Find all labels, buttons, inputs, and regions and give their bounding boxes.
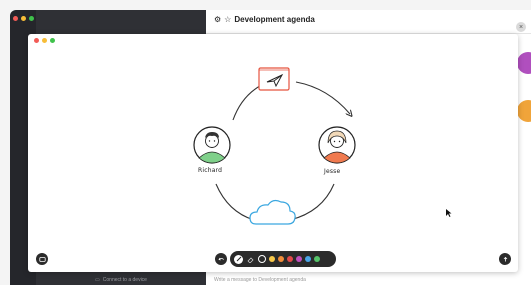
side-avatars <box>517 52 531 148</box>
pen-icon[interactable] <box>234 254 243 264</box>
message-input[interactable]: Write a message to Development agenda <box>206 275 531 285</box>
flow-arrow <box>215 183 255 221</box>
undo-icon <box>217 257 224 260</box>
paper-plane-icon <box>258 67 290 91</box>
close-icon[interactable]: × <box>516 22 526 32</box>
color-swatch[interactable] <box>305 256 311 262</box>
color-swatches <box>258 255 320 263</box>
richard-avatar-icon <box>193 126 231 164</box>
settings-gear-icon[interactable]: ⚙ <box>214 15 221 24</box>
minimize-window-dot[interactable] <box>21 16 26 21</box>
message-input-placeholder: Write a message to Development agenda <box>214 277 306 283</box>
flow-arrow <box>295 81 350 114</box>
eraser-icon[interactable] <box>247 256 254 263</box>
whiteboard-canvas[interactable] <box>28 34 518 272</box>
chat-title: Development agenda <box>234 15 315 24</box>
exit-whiteboard-button[interactable] <box>36 253 48 265</box>
flow-arrow <box>290 183 335 220</box>
device-icon: ▭ <box>95 277 100 283</box>
maximize-window-dot[interactable] <box>29 16 34 21</box>
color-swatch[interactable] <box>296 256 302 262</box>
undo-button[interactable] <box>215 253 227 265</box>
mouse-cursor-icon <box>446 209 452 217</box>
screen: ⚙ ☆ Development agenda × ▭ Connect to a … <box>0 0 531 285</box>
jesse-avatar-icon <box>318 126 356 164</box>
person-label-richard: Richard <box>198 167 223 174</box>
color-swatch[interactable] <box>314 256 320 262</box>
color-swatch[interactable] <box>278 256 284 262</box>
connect-device-link[interactable]: ▭ Connect to a device <box>36 275 206 285</box>
whiteboard-window: Richard Jesse <box>28 34 518 272</box>
connect-device-label: Connect to a device <box>102 277 147 283</box>
exit-icon <box>38 256 46 262</box>
window-controls <box>13 16 34 21</box>
color-swatch[interactable] <box>269 256 275 262</box>
color-swatch[interactable] <box>258 255 266 263</box>
avatar[interactable] <box>517 52 531 74</box>
chat-title-area: ⚙ ☆ Development agenda <box>214 15 315 24</box>
person-label-jesse: Jesse <box>324 168 341 175</box>
cloud-icon <box>249 199 296 225</box>
share-button[interactable] <box>499 253 511 265</box>
share-icon <box>503 256 507 261</box>
close-window-dot[interactable] <box>13 16 18 21</box>
star-icon[interactable]: ☆ <box>224 15 231 24</box>
color-swatch[interactable] <box>287 256 293 262</box>
avatar[interactable] <box>517 100 531 122</box>
drawing-toolbar <box>230 251 336 267</box>
chat-header: ⚙ ☆ Development agenda <box>206 10 531 34</box>
